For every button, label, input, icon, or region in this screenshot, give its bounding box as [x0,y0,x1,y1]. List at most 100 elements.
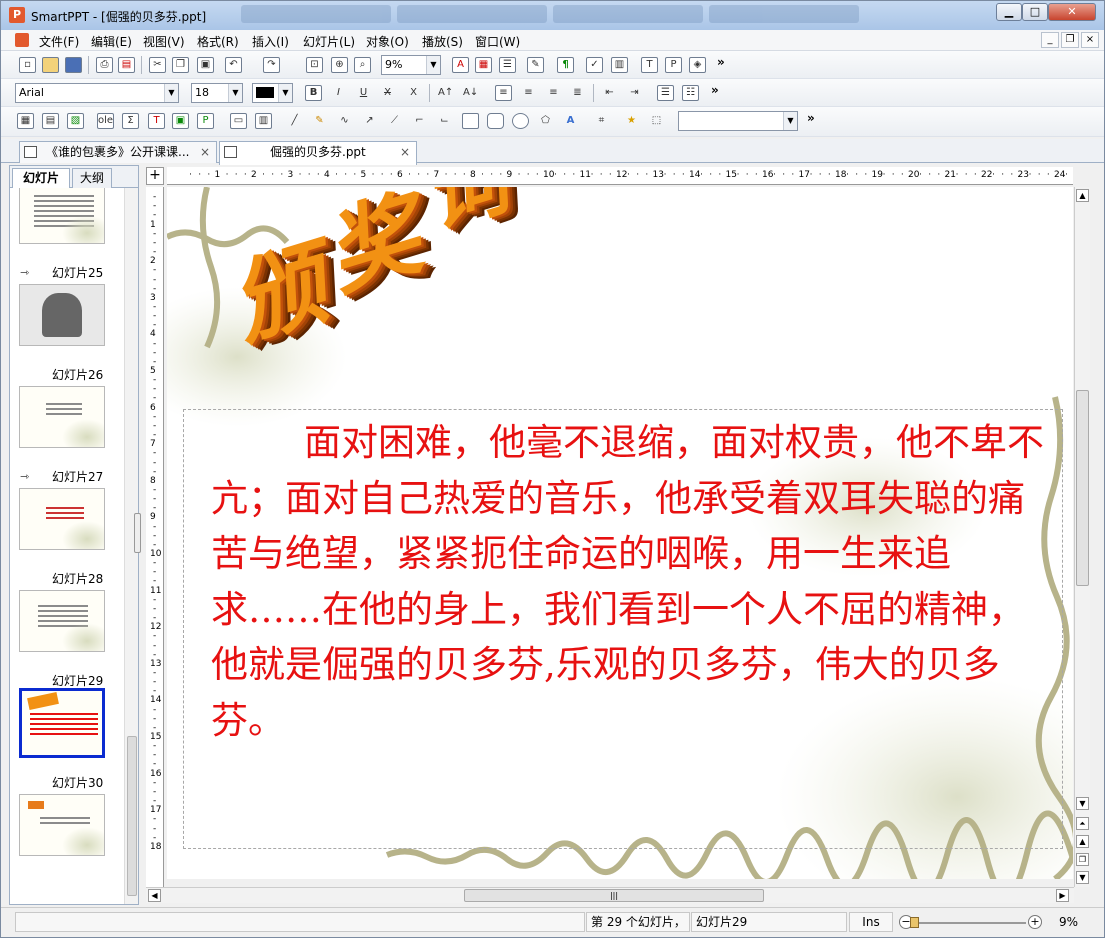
vertical-scrollbar[interactable]: ▲ ▼ ⏶ ▲ ❐ ▼ [1074,187,1090,887]
save-icon[interactable] [65,57,82,73]
numbered-list-icon[interactable]: ☷ [682,85,699,101]
ellipse-tool-icon[interactable] [512,113,529,129]
maximize-button[interactable]: □ [1022,3,1048,21]
doc-restore-button[interactable]: ❐ [1061,32,1079,48]
crop-icon[interactable]: ⌗ [593,113,610,129]
scroll-up-icon[interactable]: ▲ [1076,189,1089,202]
horizontal-scrollbar[interactable]: ◀ ||| ▶ [146,887,1074,903]
menu-edit[interactable]: 编辑(E) [91,33,132,50]
zoom-select[interactable]: 9% ▼ [381,55,441,75]
open-folder-icon[interactable] [42,57,59,73]
spell-check-icon[interactable]: ✓ [586,57,603,73]
minimize-button[interactable]: ▁ [996,3,1022,21]
insert-page-icon[interactable]: P [197,113,214,129]
close-button[interactable]: ✕ [1048,3,1096,21]
connector-icon[interactable]: ⟋ [386,113,403,129]
toolbar-more-button-3[interactable]: » [807,111,815,125]
shrink-font-icon[interactable]: A↓ [462,85,479,101]
rectangle-tool-icon[interactable] [462,113,479,129]
page-p-icon[interactable]: P [665,57,682,73]
menu-slide[interactable]: 幻灯片(L) [303,33,355,50]
menu-insert[interactable]: 插入(I) [252,33,289,50]
tab-close-icon[interactable]: × [400,142,410,162]
strikethrough-icon[interactable]: X [379,85,396,101]
first-slide-icon[interactable]: ⏶ [1076,817,1089,830]
scroll-thumb[interactable]: ||| [464,889,764,902]
grow-font-icon[interactable]: A↑ [437,85,454,101]
doc-minimize-button[interactable]: _ [1041,32,1059,48]
zoom-slider[interactable] [914,922,1026,924]
list-icon[interactable]: ☰ [499,57,516,73]
ruler-corner-button[interactable]: + [146,167,164,185]
bullet-list-icon[interactable]: ☰ [657,85,674,101]
page-t-icon[interactable]: T [641,57,658,73]
cut-icon[interactable]: ✂ [149,57,166,73]
underline-icon[interactable]: U [355,85,372,101]
rounded-rectangle-icon[interactable] [487,113,504,129]
font-color-select[interactable]: ▼ [252,83,293,103]
shapes-icon[interactable]: ⬠ [537,113,554,129]
slide-thumbnail[interactable] [19,188,105,244]
zoom-icon[interactable]: ⊕ [331,57,348,73]
undo-icon[interactable]: ↶ [225,57,242,73]
toolbar-more-button-2[interactable]: » [711,83,719,97]
indent-icon[interactable]: ⇥ [626,85,643,101]
menu-file[interactable]: 文件(F) [39,33,79,50]
tab-doc-2[interactable]: 倔强的贝多芬.ppt × [219,141,417,165]
doc-close-button[interactable]: × [1081,32,1099,48]
paragraph-mark-icon[interactable]: ¶ [557,57,574,73]
star-effect-icon[interactable]: ★ [623,113,640,129]
font-color-a-icon[interactable]: A [452,57,469,73]
find-icon[interactable]: ⌕ [354,57,371,73]
outdent-icon[interactable]: ⇤ [601,85,618,101]
insert-chart-icon[interactable]: ▣ [172,113,189,129]
italic-icon[interactable]: I [330,85,347,101]
curve-tool-icon[interactable]: ∿ [336,113,353,129]
menu-object[interactable]: 对象(O) [366,33,409,50]
scroll-down-icon[interactable]: ▼ [1076,797,1089,810]
menu-play[interactable]: 播放(S) [422,33,463,50]
copy-icon[interactable]: ❐ [172,57,189,73]
redo-icon[interactable]: ↷ [263,57,280,73]
pen-tool-icon[interactable]: ✎ [311,113,328,129]
slide-layout-icon[interactable]: ▥ [255,113,272,129]
text-frame-icon[interactable]: T [148,113,165,129]
fit-page-icon[interactable]: ⊡ [306,57,323,73]
tab-slides[interactable]: 幻灯片 [12,168,70,188]
insert-formula-icon[interactable]: Σ [122,113,139,129]
scroll-thumb[interactable] [1076,390,1089,586]
slide-frame-icon[interactable]: ▭ [230,113,247,129]
align-center-icon[interactable]: ≡ [520,85,537,101]
align-left-icon[interactable]: ≡ [495,85,512,101]
align-right-icon[interactable]: ≡ [545,85,562,101]
tab-outline[interactable]: 大纲 [72,168,112,188]
bold-icon[interactable]: B [305,85,322,101]
scroll-left-icon[interactable]: ◀ [148,889,161,902]
format-painter-icon[interactable]: ✎ [527,57,544,73]
insert-picture-icon[interactable]: ▧ [67,113,84,129]
tab-close-icon[interactable]: × [200,142,210,162]
chart-icon[interactable]: ▥ [611,57,628,73]
justify-icon[interactable]: ≣ [569,85,586,101]
ole-object-icon[interactable]: ole [97,113,114,129]
select-objects-icon[interactable]: ⬚ [648,113,665,129]
slide-thumbnail[interactable] [19,386,105,448]
new-file-icon[interactable]: ▫ [19,57,36,73]
menu-view[interactable]: 视图(V) [143,33,185,50]
arrow-tool-icon[interactable]: ↗ [361,113,378,129]
toolbar-more-button[interactable]: » [717,55,725,69]
insert-grid-icon[interactable]: ▤ [42,113,59,129]
slide-thumbnail[interactable] [19,488,105,550]
scroll-right-icon[interactable]: ▶ [1056,889,1069,902]
line-tool-icon[interactable]: ╱ [286,113,303,129]
tab-doc-1[interactable]: 《谁的包裹多》公开课课... × [19,141,217,163]
prev-slide-icon[interactable]: ▲ [1076,835,1089,848]
slide-thumbnail-selected[interactable] [19,688,105,758]
clear-format-icon[interactable]: X [405,85,422,101]
print-icon[interactable]: ⎙ [96,57,113,73]
menu-window[interactable]: 窗口(W) [475,33,520,50]
slide-thumbnail[interactable] [19,590,105,652]
next-slide-icon[interactable]: ▼ [1076,871,1089,884]
3d-icon[interactable]: ◈ [689,57,706,73]
pane-splitter[interactable] [134,513,141,553]
